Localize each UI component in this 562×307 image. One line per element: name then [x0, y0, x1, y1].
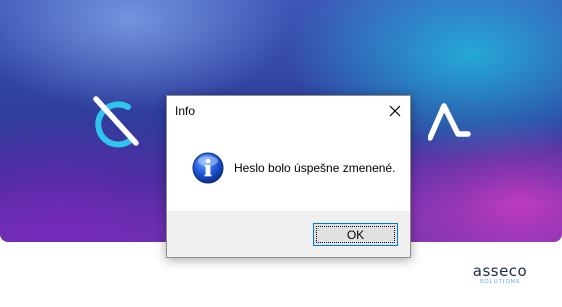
ok-button[interactable]: OK	[313, 223, 398, 246]
q-logo-icon	[93, 96, 139, 148]
info-icon	[192, 152, 224, 184]
close-icon	[389, 105, 401, 117]
brand-name: asseco	[472, 262, 528, 280]
dialog-title: Info	[175, 104, 196, 118]
brand-subtitle: SOLUTIONS	[479, 279, 521, 285]
dialog-titlebar: Info	[167, 96, 410, 126]
brand-logo: asseco SOLUTIONS	[458, 262, 542, 288]
dialog-content: Heslo bolo úspešne zmenené.	[167, 126, 410, 211]
dialog-message: Heslo bolo úspešne zmenené.	[234, 161, 396, 175]
close-button[interactable]	[380, 96, 410, 126]
info-dialog: Info Heslo bolo úspešne zmenené. OK	[166, 95, 411, 258]
a-logo-icon	[428, 103, 471, 141]
